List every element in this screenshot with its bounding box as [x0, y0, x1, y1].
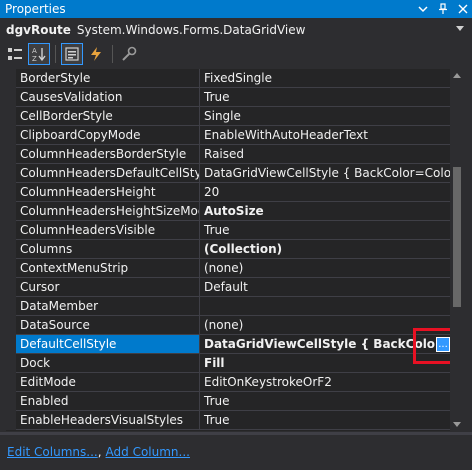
commands-separator: ,: [97, 445, 102, 459]
property-name: EnableHeadersVisualStyles: [16, 411, 200, 430]
property-value[interactable]: EditOnKeystrokeOrF2: [200, 373, 450, 392]
property-grid: BorderStyle FixedSingle CausesValidation…: [6, 69, 450, 431]
property-row[interactable]: ColumnHeadersHeightSizeMode AutoSize: [6, 202, 450, 221]
property-row[interactable]: Dock Fill: [6, 354, 450, 373]
pin-icon[interactable]: [436, 2, 450, 16]
commands-pane: Edit Columns... , Add Column...: [7, 444, 190, 460]
scroll-down-icon[interactable]: [453, 422, 461, 427]
toolbar-separator: [112, 45, 113, 63]
property-row[interactable]: DataSource (none): [6, 316, 450, 335]
scrollbar-thumb[interactable]: [453, 167, 461, 307]
property-value[interactable]: Raised: [200, 145, 450, 164]
property-name: ColumnHeadersVisible: [16, 221, 200, 240]
object-type: System.Windows.Forms.DataGridView: [76, 23, 306, 37]
property-row[interactable]: BorderStyle FixedSingle: [6, 69, 450, 88]
properties-icon[interactable]: [61, 43, 83, 65]
events-icon[interactable]: [85, 43, 107, 65]
properties-toolbar: AZ: [0, 42, 472, 66]
property-name: CausesValidation: [16, 88, 200, 107]
property-row[interactable]: DataMember: [6, 297, 450, 316]
property-name: Cursor: [16, 278, 200, 297]
property-row[interactable]: ContextMenuStrip (none): [6, 259, 450, 278]
property-name: DataSource: [16, 316, 200, 335]
property-name: ContextMenuStrip: [16, 259, 200, 278]
property-value[interactable]: 20: [200, 183, 450, 202]
property-name: ColumnHeadersHeightSizeMode: [16, 202, 200, 221]
chevron-down-icon[interactable]: [456, 26, 464, 31]
panel-splitter[interactable]: [0, 432, 472, 435]
property-name: Dock: [16, 354, 200, 373]
property-name: ColumnHeadersDefaultCellStyle: [16, 164, 200, 183]
alphabetical-icon[interactable]: AZ: [28, 43, 50, 65]
property-value[interactable]: Default: [200, 278, 450, 297]
property-value[interactable]: True: [200, 392, 450, 411]
property-value[interactable]: AutoSize: [200, 202, 450, 221]
property-row[interactable]: CausesValidation True: [6, 88, 450, 107]
object-name: dgvRoute: [6, 23, 71, 37]
property-row[interactable]: EditMode EditOnKeystrokeOrF2: [6, 373, 450, 392]
svg-text:A: A: [32, 47, 37, 55]
property-name: Enabled: [16, 392, 200, 411]
add-column-link[interactable]: Add Column...: [106, 445, 190, 459]
property-row[interactable]: ColumnHeadersVisible True: [6, 221, 450, 240]
title-bar: Properties: [0, 0, 472, 18]
property-value[interactable]: Single: [200, 107, 450, 126]
property-row[interactable]: EnableHeadersVisualStyles True: [6, 411, 450, 430]
property-row[interactable]: ColumnHeadersHeight 20: [6, 183, 450, 202]
categorized-icon[interactable]: [4, 43, 26, 65]
property-value[interactable]: (none): [200, 259, 450, 278]
property-name: BorderStyle: [16, 69, 200, 88]
property-row-selected[interactable]: DefaultCellStyle DataGridViewCellStyle {…: [6, 335, 450, 354]
object-selector[interactable]: dgvRoute System.Windows.Forms.DataGridVi…: [0, 18, 472, 42]
property-row[interactable]: ColumnHeadersDefaultCellStyle DataGridVi…: [6, 164, 450, 183]
property-row[interactable]: Cursor Default: [6, 278, 450, 297]
svg-text:Z: Z: [32, 55, 37, 62]
property-value[interactable]: DataGridViewCellStyle { BackColor=Color …: [200, 164, 450, 183]
property-value[interactable]: FixedSingle: [200, 69, 450, 88]
toolbar-separator: [55, 45, 56, 63]
property-row[interactable]: CellBorderStyle Single: [6, 107, 450, 126]
window-title: Properties: [5, 2, 66, 16]
property-value[interactable]: [200, 297, 450, 316]
property-name: ClipboardCopyMode: [16, 126, 200, 145]
property-row[interactable]: Enabled True: [6, 392, 450, 411]
property-name: DataMember: [16, 297, 200, 316]
property-name: CellBorderStyle: [16, 107, 200, 126]
property-name: ColumnHeadersHeight: [16, 183, 200, 202]
property-value[interactable]: True: [200, 88, 450, 107]
dropdown-icon[interactable]: [416, 2, 430, 16]
property-name: Columns: [16, 240, 200, 259]
property-value[interactable]: (Collection): [200, 240, 450, 259]
edit-columns-link[interactable]: Edit Columns...: [7, 445, 98, 459]
property-name: EditMode: [16, 373, 200, 392]
close-icon[interactable]: [456, 2, 470, 16]
property-value[interactable]: EnableWithAutoHeaderText: [200, 126, 450, 145]
property-row[interactable]: Columns (Collection): [6, 240, 450, 259]
property-value[interactable]: True: [200, 221, 450, 240]
scroll-up-icon[interactable]: [453, 73, 461, 78]
vertical-scrollbar[interactable]: [450, 69, 464, 431]
property-name: DefaultCellStyle: [16, 335, 200, 354]
property-row[interactable]: ClipboardCopyMode EnableWithAutoHeaderTe…: [6, 126, 450, 145]
property-row[interactable]: ColumnHeadersBorderStyle Raised: [6, 145, 450, 164]
property-value[interactable]: True: [200, 411, 450, 430]
property-pages-icon[interactable]: [118, 43, 140, 65]
property-name: ColumnHeadersBorderStyle: [16, 145, 200, 164]
